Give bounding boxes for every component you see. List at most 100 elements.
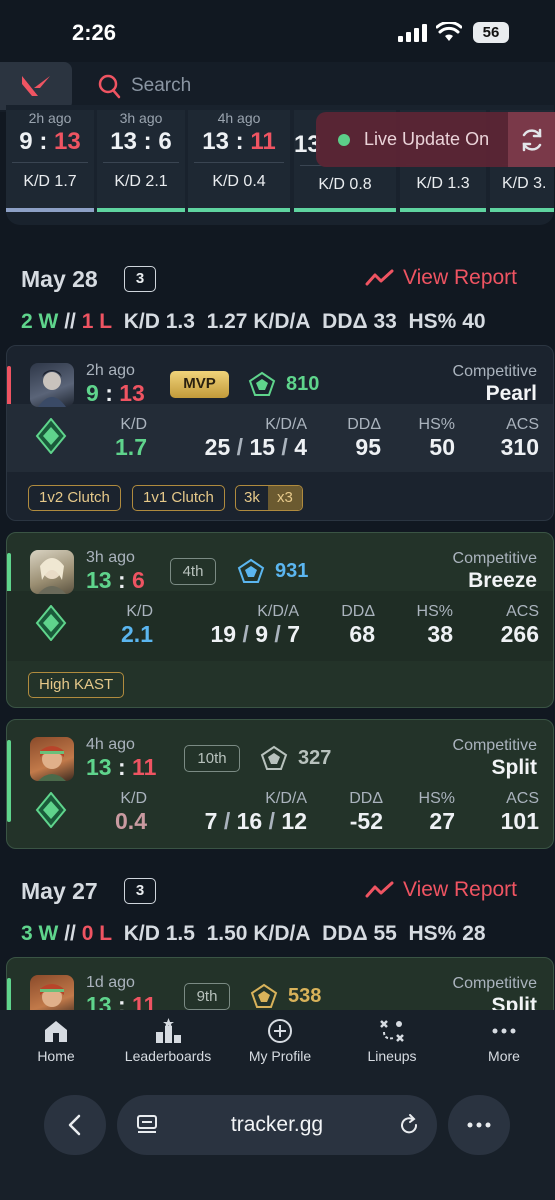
- day-dd: 33: [373, 310, 397, 333]
- recent-kd: K/D 2.1: [103, 162, 179, 191]
- recent-score-a: 9: [19, 128, 33, 155]
- day-hs-label: HS%: [408, 310, 457, 333]
- score-enemy: 13: [119, 380, 145, 406]
- view-report-link[interactable]: View Report: [365, 878, 517, 902]
- recent-kd: K/D 0.8: [300, 165, 390, 194]
- kd-label: K/D: [126, 603, 153, 620]
- day-kd-label: K/D: [123, 310, 160, 333]
- placement-badge: 9th: [184, 983, 230, 1010]
- nav-lineups[interactable]: Lineups: [362, 1018, 422, 1064]
- nav-more[interactable]: More: [474, 1018, 534, 1064]
- day-summary: 2 W // 1 L K/D 1.3 1.27 K/D/A DDΔ 33 HS%…: [21, 310, 486, 334]
- day-kda: 1.50: [206, 922, 248, 945]
- deaths: 9: [255, 621, 269, 647]
- nav-my-profile[interactable]: My Profile: [240, 1018, 320, 1064]
- recent-score-b: 11: [250, 128, 276, 155]
- back-button[interactable]: [44, 1095, 106, 1155]
- lineups-icon: [380, 1020, 404, 1042]
- more-icon: [492, 1028, 516, 1034]
- result-bar: [97, 208, 185, 212]
- day-kd: 1.3: [165, 310, 195, 333]
- day-dd: 55: [373, 922, 397, 945]
- recent-match-3[interactable]: 4h ago 13 : 11 K/D 0.4: [188, 110, 290, 212]
- wifi-icon: [436, 22, 462, 41]
- match-score: 13 : 6: [86, 567, 145, 594]
- match-card[interactable]: 2h ago 9 : 13 MVP 810 Competitive Pearl …: [6, 345, 554, 521]
- ellipsis-icon: [467, 1122, 491, 1128]
- multikill-tag: 3k x3: [235, 485, 303, 511]
- acs-value: 266: [500, 621, 539, 647]
- recent-kd: K/D 0.4: [194, 162, 284, 191]
- reload-icon[interactable]: [397, 1113, 421, 1137]
- match-ago: 3h ago: [86, 549, 135, 566]
- acs-value: 310: [500, 434, 539, 460]
- plus-circle-icon: [268, 1019, 292, 1043]
- live-update-toast[interactable]: Live Update On: [316, 112, 555, 167]
- address-bar[interactable]: tracker.gg: [117, 1095, 437, 1155]
- result-bar: [188, 208, 290, 212]
- search-icon[interactable]: [98, 74, 122, 100]
- hs-value: 27: [429, 808, 455, 834]
- match-card[interactable]: 4h ago 13 : 11 10th 327 Competitive Spli…: [6, 719, 554, 849]
- recent-match-2[interactable]: 3h ago 13 : 6 K/D 2.1: [97, 110, 185, 212]
- kd-value: 2.1: [121, 621, 153, 647]
- kills: 25: [204, 434, 231, 460]
- recent-match-1[interactable]: 2h ago 9 : 13 K/D 1.7: [6, 110, 94, 212]
- day-separator: //: [64, 922, 76, 945]
- hs-value: 50: [429, 434, 455, 460]
- recent-score-a: 13: [202, 128, 229, 155]
- assists: 12: [281, 808, 307, 834]
- status-bar: 2:26 56: [0, 0, 555, 62]
- nav-home[interactable]: Home: [26, 1018, 86, 1064]
- multikill-label: 3k: [244, 489, 260, 506]
- highlight-tag: High KAST: [28, 672, 125, 698]
- day-dd-label: DDΔ: [322, 922, 368, 945]
- score-separator: :: [117, 567, 126, 593]
- day-hs: 40: [462, 310, 486, 333]
- acs-value: 101: [500, 808, 539, 834]
- url-text: tracker.gg: [230, 1113, 324, 1136]
- kd-value: 1.7: [115, 434, 147, 460]
- view-report-link[interactable]: View Report: [365, 266, 517, 290]
- multikill-count: x3: [267, 486, 302, 510]
- nav-label: More: [488, 1048, 520, 1064]
- match-rr: 810: [286, 373, 320, 395]
- nav-label: Lineups: [367, 1048, 417, 1064]
- day-kda: 1.27: [206, 310, 248, 333]
- day-hs-label: HS%: [408, 922, 457, 945]
- rank-emblem-icon: [35, 605, 67, 641]
- nav-label: Home: [37, 1048, 75, 1064]
- recent-ago: 2h ago: [28, 110, 72, 126]
- trend-icon: [365, 881, 394, 898]
- clock: 2:26: [72, 20, 117, 45]
- nav-leaderboards[interactable]: Leaderboards: [120, 1018, 216, 1064]
- deaths: 15: [249, 434, 276, 460]
- valorant-logo-icon: [22, 76, 50, 96]
- recent-kd: K/D 1.7: [12, 162, 88, 191]
- view-report-label: View Report: [403, 878, 518, 901]
- recent-ago: 3h ago: [119, 110, 163, 126]
- live-dot-icon: [338, 134, 350, 146]
- highlight-tag: 1v2 Clutch: [28, 485, 121, 511]
- valorant-logo-button[interactable]: [0, 62, 72, 110]
- search-input[interactable]: Search: [131, 75, 191, 97]
- day-losses: 0 L: [81, 922, 113, 945]
- agent-avatar: [30, 363, 74, 407]
- recent-score-b: 6: [158, 128, 172, 155]
- result-bar: [294, 208, 396, 212]
- day-kda-label: K/D/A: [253, 922, 311, 945]
- day-match-count: 3: [124, 266, 156, 292]
- hs-label: HS%: [418, 416, 455, 433]
- nav-label: My Profile: [248, 1048, 312, 1064]
- match-card[interactable]: 3h ago 13 : 6 4th 931 Competitive Breeze…: [6, 532, 554, 708]
- rank-emblem-icon: [35, 792, 67, 828]
- recent-ago: 4h ago: [217, 110, 261, 126]
- rank-diamond-icon: [248, 371, 276, 396]
- day-match-count: 3: [124, 878, 156, 904]
- score-enemy: 11: [132, 754, 157, 780]
- chevron-left-icon: [68, 1114, 81, 1136]
- browser-more-button[interactable]: [448, 1095, 510, 1155]
- home-icon: [45, 1021, 67, 1042]
- kd-label: K/D: [120, 790, 147, 807]
- refresh-button[interactable]: [508, 112, 555, 167]
